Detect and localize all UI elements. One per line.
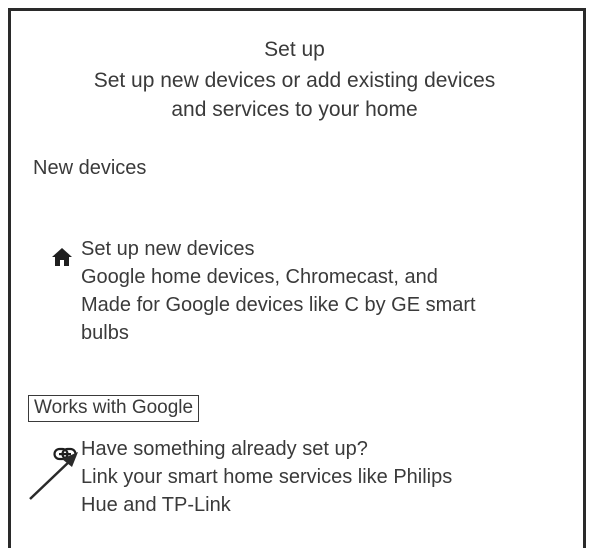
link-services-title: Have something already set up? [81,438,368,460]
setup-new-devices-desc-2: Made for Google devices like C by GE sma… [81,294,476,316]
link-services-desc-1: Link your smart home services like Phili… [81,466,453,488]
link-services-desc-2: Hue and TP-Link [81,494,231,516]
setup-new-devices-desc-3: bulbs [81,322,129,344]
section-works-with-google: Works with Google [28,395,200,422]
subtitle-line-2: and services to your home [171,98,418,121]
section-new-devices: New devices [33,157,147,179]
setup-new-devices-title: Set up new devices [81,238,255,260]
subtitle-line-1: Set up new devices or add existing devic… [93,69,496,92]
home-icon [52,248,72,266]
setup-new-devices-desc-1: Google home devices, Chromecast, and [81,266,438,288]
page-title: Set up [264,38,325,61]
link-services-item[interactable]: Have something already set up? Link your… [81,435,581,519]
page-subtitle: Set up new devices or add existing devic… [0,66,589,124]
annotation-arrow-icon [29,452,78,500]
setup-new-devices-item[interactable]: Set up new devices Google home devices, … [81,235,581,347]
